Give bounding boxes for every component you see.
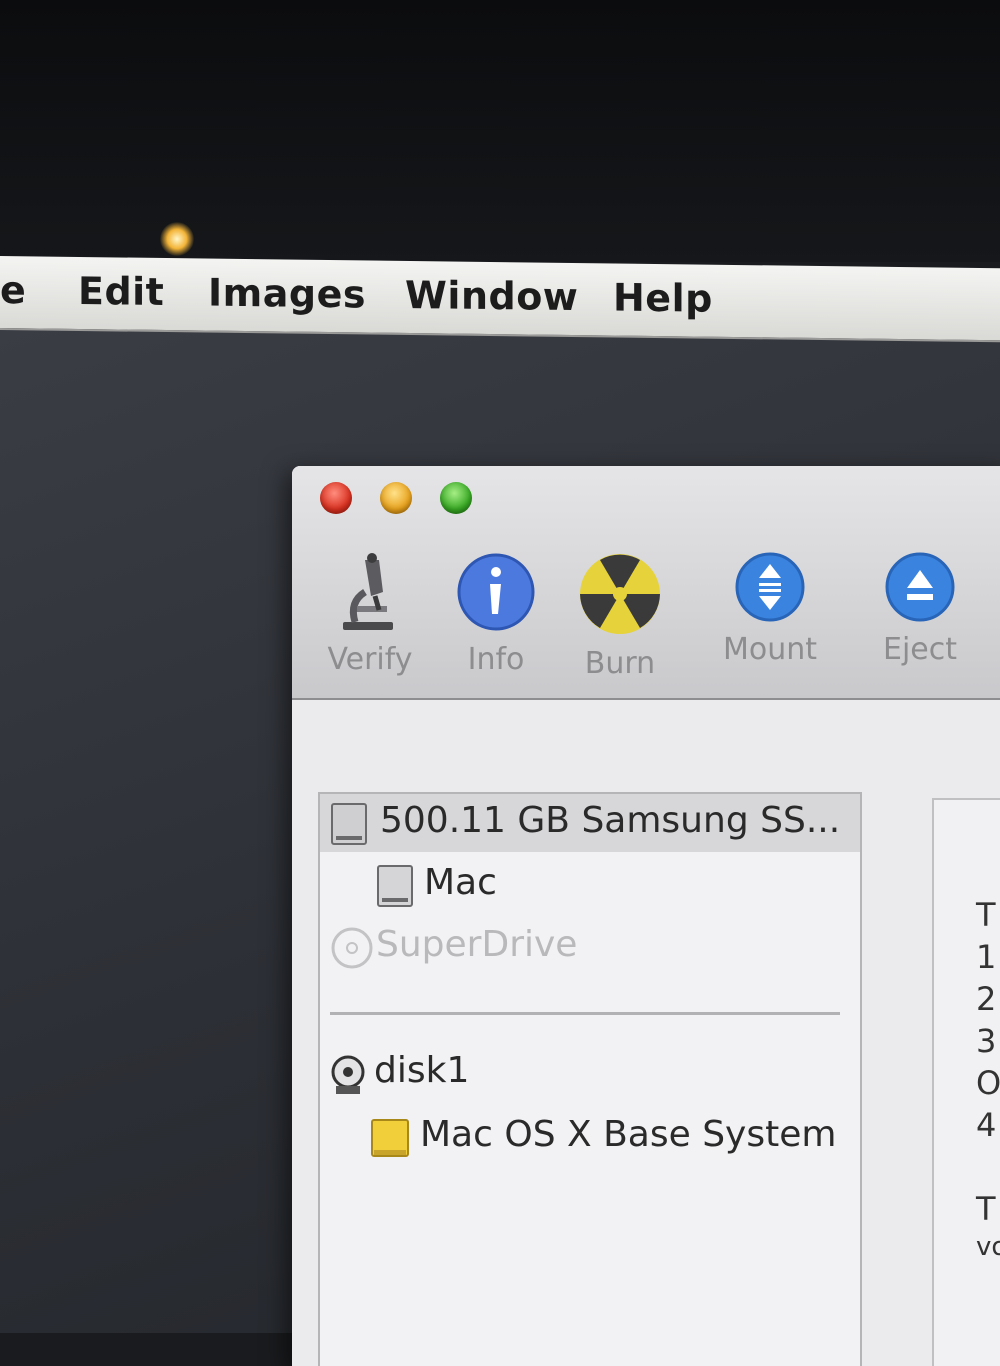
pane-text-fragment: 3 xyxy=(976,1022,997,1060)
menu-images[interactable]: Images xyxy=(208,271,366,317)
disk-row-samsung[interactable]: 500.11 GB Samsung SS... xyxy=(320,794,860,852)
superdrive-label: SuperDrive xyxy=(376,924,578,965)
minimize-button[interactable] xyxy=(380,482,412,514)
menu-file-partial[interactable]: e xyxy=(0,268,26,312)
disk-list-sidebar: 500.11 GB Samsung SS... Mac SuperDrive d… xyxy=(318,792,862,1366)
pane-text-fragment: O xyxy=(976,1064,1000,1102)
zoom-button[interactable] xyxy=(440,482,472,514)
disk-image-icon xyxy=(331,1055,365,1094)
yellow-volume-icon xyxy=(371,1119,409,1157)
mount-tool[interactable]: Mount xyxy=(710,552,830,667)
pane-text-fragment: 1 xyxy=(976,938,997,976)
microscope-icon xyxy=(343,553,393,630)
verify-label: Verify xyxy=(327,642,413,677)
superdrive-row[interactable]: SuperDrive xyxy=(320,918,860,976)
light-reflection xyxy=(160,222,194,256)
menu-help[interactable]: Help xyxy=(613,275,713,320)
info-icon xyxy=(457,553,535,631)
menu-window[interactable]: Window xyxy=(405,273,578,319)
menu-edit[interactable]: Edit xyxy=(78,269,164,314)
info-tool[interactable]: Info xyxy=(436,552,556,677)
mount-icon xyxy=(735,552,805,622)
pane-text-fragment: T xyxy=(976,1190,996,1228)
burn-tool[interactable]: Burn xyxy=(560,552,680,681)
eject-icon xyxy=(885,552,955,622)
sidebar-divider xyxy=(330,1012,840,1015)
info-label: Info xyxy=(467,642,525,677)
close-button[interactable] xyxy=(320,482,352,514)
burn-label: Burn xyxy=(584,646,656,681)
volume-row-base-system[interactable]: Mac OS X Base System xyxy=(320,1108,860,1166)
volume-label: Mac xyxy=(424,862,497,903)
eject-tool[interactable]: Eject xyxy=(860,552,980,667)
monitor-bezel xyxy=(0,0,1000,262)
optical-drive-icon xyxy=(331,927,373,969)
disk-row-disk1[interactable]: disk1 xyxy=(320,1044,860,1102)
disk1-label: disk1 xyxy=(374,1050,470,1091)
hard-disk-icon xyxy=(331,803,367,845)
disk-label: 500.11 GB Samsung SS... xyxy=(380,800,841,841)
pane-text-fragment: 4 xyxy=(976,1106,997,1144)
pane-text-fragment: T xyxy=(976,896,996,934)
pane-text-fragment: 2 xyxy=(976,980,997,1018)
burn-radiation-icon xyxy=(580,554,660,634)
toolbar: Verify Info Burn Mount Eject xyxy=(292,466,1000,700)
main-content: 500.11 GB Samsung SS... Mac SuperDrive d… xyxy=(292,700,1000,1366)
volume-icon xyxy=(377,865,413,907)
menu-bar: e Edit Images Window Help xyxy=(0,256,1000,343)
base-system-label: Mac OS X Base System xyxy=(420,1114,837,1155)
disk-utility-window: Verify Info Burn Mount Eject 500.11 GB S… xyxy=(292,466,1000,1366)
right-info-pane: T 1 2 3 O 4 T vo xyxy=(932,798,1000,1366)
pane-text-fragment: vo xyxy=(976,1232,1000,1262)
volume-row-mac[interactable]: Mac xyxy=(320,856,860,914)
eject-label: Eject xyxy=(882,632,957,667)
mount-label: Mount xyxy=(722,632,818,667)
verify-tool[interactable]: Verify xyxy=(310,552,430,677)
